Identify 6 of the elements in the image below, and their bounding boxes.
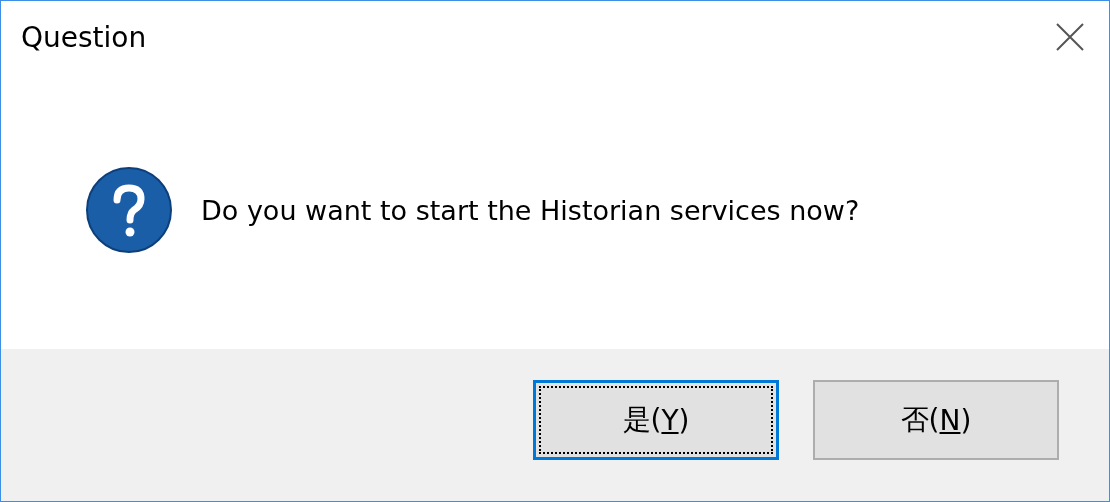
close-icon[interactable] — [1055, 22, 1085, 52]
dialog-button[interactable]: 否(N) — [813, 380, 1059, 460]
dialog-button[interactable]: 是(Y) — [533, 380, 779, 460]
window-title: Question — [21, 20, 147, 54]
question-icon — [85, 166, 173, 254]
message-text: Do you want to start the Historian services now? — [201, 194, 860, 226]
